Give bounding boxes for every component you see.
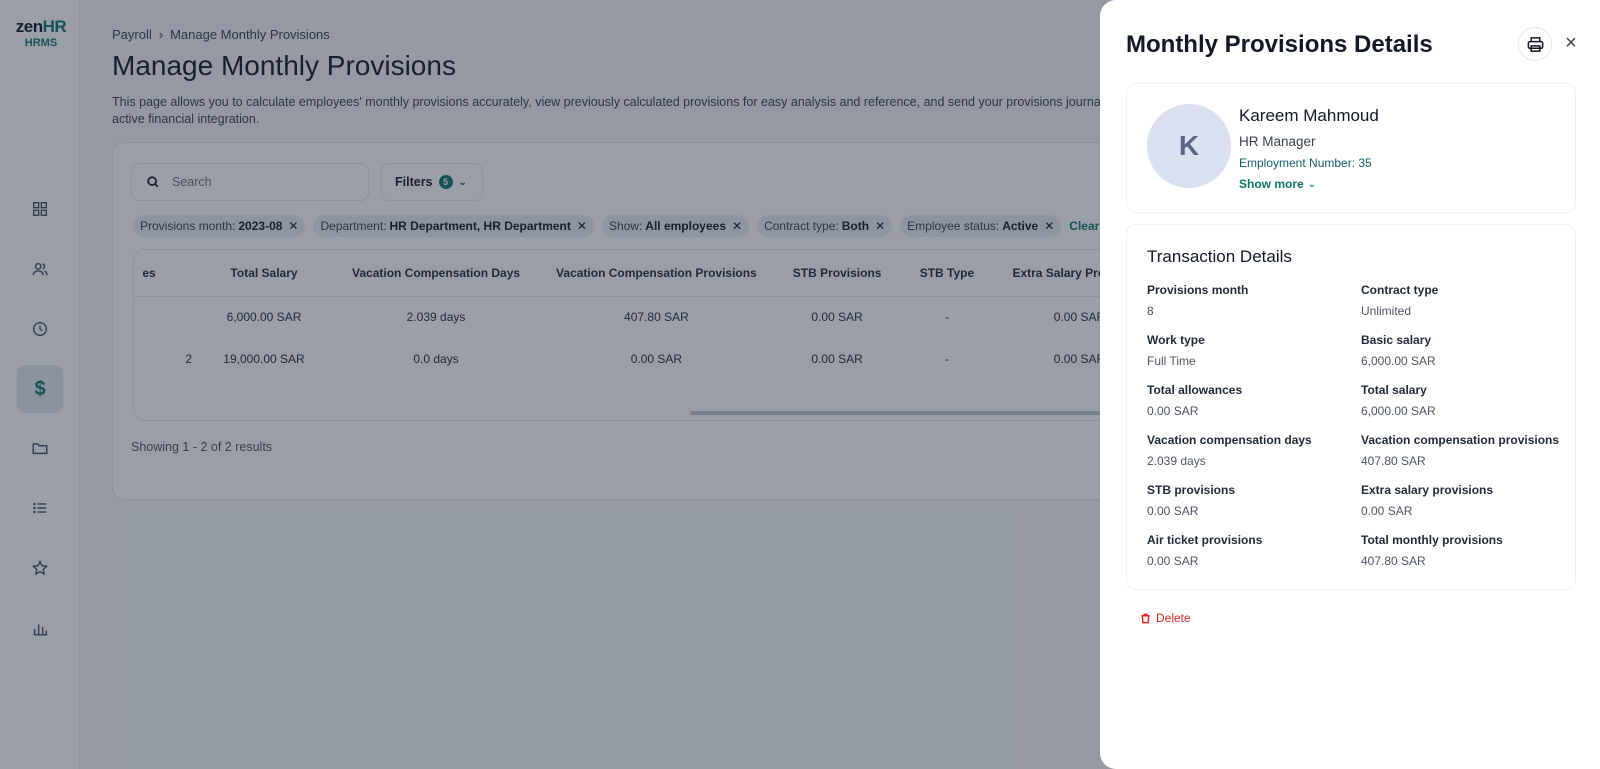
employee-name: Kareem Mahmoud [1239,106,1379,125]
detail-item: Extra salary provisions 0.00 SAR [1361,483,1571,518]
detail-label: Total allowances [1147,383,1243,397]
detail-label: Provisions month [1147,283,1249,297]
employee-card: K Kareem Mahmoud HR Manager Employment N… [1126,83,1576,213]
detail-item: Contract type Unlimited [1361,283,1571,318]
detail-label: STB provisions [1147,483,1236,497]
close-icon: × [1565,31,1577,54]
detail-label: Air ticket provisions [1147,533,1263,547]
detail-value: 407.80 SAR [1361,454,1426,468]
detail-item: Total salary 6,000.00 SAR [1361,383,1571,418]
detail-value: 8 [1147,304,1154,318]
printer-icon [1527,36,1543,52]
detail-value: 6,000.00 SAR [1361,404,1436,418]
drawer-title: Monthly Provisions Details [1126,31,1433,58]
detail-item: Total allowances 0.00 SAR [1147,383,1357,418]
trash-icon [1141,613,1150,623]
detail-item: Work type Full Time [1147,333,1357,368]
detail-value: 0.00 SAR [1147,404,1199,418]
provisions-details-drawer: Monthly Provisions Details × K Kareem Ma… [1100,0,1600,769]
detail-item: Provisions month 8 [1147,283,1357,318]
detail-label: Total salary [1361,383,1427,397]
detail-value: Full Time [1147,354,1196,368]
detail-label: Contract type [1361,283,1439,297]
transaction-details-title: Transaction Details [1147,247,1292,266]
detail-value: 407.80 SAR [1361,554,1426,568]
print-button[interactable] [1518,27,1552,61]
detail-item: Vacation compensation days 2.039 days [1147,433,1357,468]
detail-value: 0.00 SAR [1147,554,1199,568]
detail-item: Total monthly provisions 407.80 SAR [1361,533,1571,568]
detail-label: Work type [1147,333,1205,347]
detail-value: 0.00 SAR [1147,504,1199,518]
detail-label: Basic salary [1361,333,1432,347]
close-button[interactable]: × [1560,32,1582,54]
detail-label: Vacation compensation days [1147,433,1312,447]
detail-value: 2.039 days [1147,454,1206,468]
chevron-down-icon: ⌄ [1307,178,1317,190]
show-more-label: Show more [1239,177,1304,191]
employment-number: Employment Number: 35 [1239,156,1372,170]
detail-item: Basic salary 6,000.00 SAR [1361,333,1571,368]
transaction-details-card: Transaction Details Provisions month 8 Co… [1126,224,1576,590]
detail-label: Extra salary provisions [1361,483,1494,497]
detail-item: Air ticket provisions 0.00 SAR [1147,533,1357,568]
detail-label: Total monthly provisions [1361,533,1503,547]
detail-label: Vacation compensation provisions [1361,433,1560,447]
show-more-link[interactable]: Show more ⌄ [1239,177,1316,191]
detail-item: Vacation compensation provisions 407.80 S… [1361,433,1571,468]
detail-value: 6,000.00 SAR [1361,354,1436,368]
employee-role: HR Manager [1239,134,1316,149]
avatar: K [1147,104,1231,188]
detail-item: STB provisions 0.00 SAR [1147,483,1357,518]
detail-value: 0.00 SAR [1361,504,1413,518]
delete-button[interactable]: Delete [1140,611,1191,625]
delete-label: Delete [1156,611,1191,625]
detail-value: Unlimited [1361,304,1412,318]
